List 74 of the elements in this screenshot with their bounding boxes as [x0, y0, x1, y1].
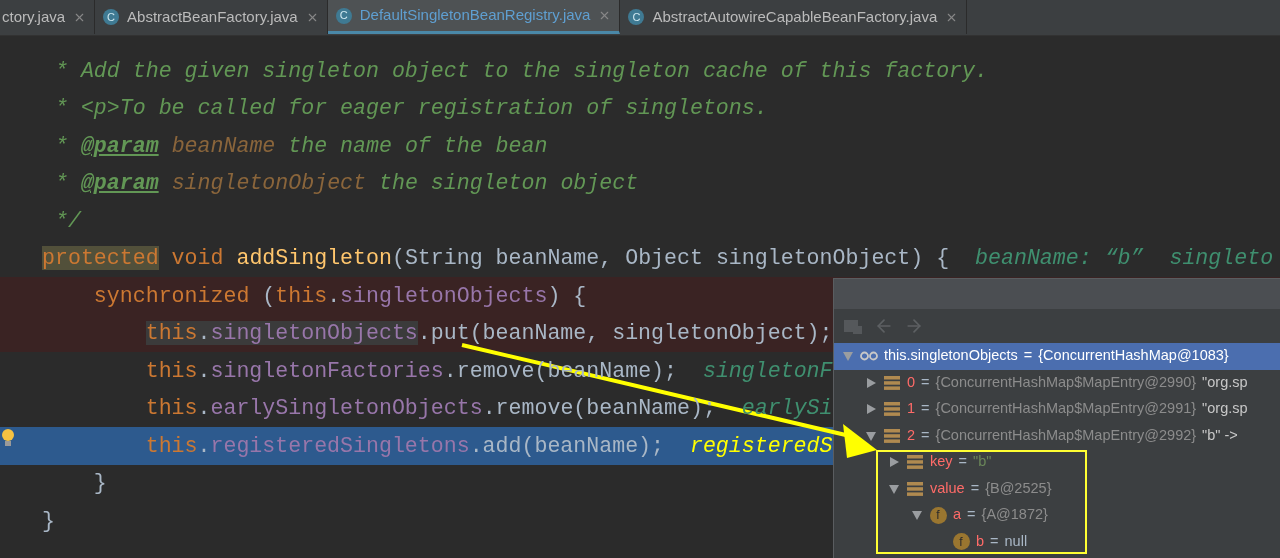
- variable-row[interactable]: value = {B@2525}: [888, 475, 1052, 502]
- editor-tab[interactable]: ctory.java: [0, 0, 96, 34]
- variable-row[interactable]: this.singletonObjects = {ConcurrentHashMap@1083}: [834, 343, 1280, 370]
- equals-sign: =: [921, 425, 930, 445]
- equals-sign: =: [990, 531, 999, 551]
- stack-icon: [907, 480, 923, 497]
- field-icon: f: [952, 533, 970, 551]
- tab-label: ctory.java: [2, 6, 66, 27]
- code-line: * @param singletonObject the singleton object: [53, 170, 639, 198]
- code-line: this.registeredSingletons.add(beanName); registeredS: [144, 432, 833, 460]
- variable-name: a: [953, 505, 962, 525]
- code-line: */: [53, 207, 81, 235]
- value-preview: "org.sp: [1202, 372, 1248, 392]
- collapsed-caret-icon[interactable]: [888, 456, 900, 469]
- stack-icon: [884, 427, 900, 444]
- expanded-caret-icon[interactable]: [865, 429, 877, 442]
- tab-label: DefaultSingletonBeanRegistry.java: [359, 5, 591, 26]
- variable-row[interactable]: f b = null: [934, 528, 1028, 555]
- code-line: protected void addSingleton(String beanName, Object singletonObject) { beanName: “b” singleto: [42, 245, 1274, 273]
- variable-row[interactable]: f a = {A@1872}: [911, 502, 1048, 529]
- value-preview: "org.sp: [1202, 399, 1248, 419]
- variable-value: {ConcurrentHashMap$MapEntry@2991}: [935, 399, 1197, 419]
- variable-row[interactable]: key = "b": [888, 449, 992, 476]
- variable-value: {ConcurrentHashMap@1083}: [1038, 346, 1229, 366]
- code-line: * <p>To be called for eager registration of singletons.: [53, 95, 768, 123]
- equals-sign: =: [958, 452, 968, 472]
- collapsed-caret-icon[interactable]: [865, 403, 877, 416]
- variable-name: b: [976, 531, 985, 551]
- lightbulb-icon[interactable]: [1, 428, 15, 448]
- equals-sign: =: [970, 478, 980, 498]
- collapsed-caret-icon[interactable]: [865, 376, 877, 389]
- glasses-icon: [860, 351, 878, 362]
- code-line: this.earlySingletonObjects.remove(beanName); earlySi: [144, 395, 833, 423]
- variable-name: 2: [907, 425, 916, 445]
- variable-row[interactable]: 2 = {ConcurrentHashMap$MapEntry@2992} "b" ->: [865, 422, 1238, 449]
- variable-value: {B@2525}: [985, 478, 1052, 498]
- variable-row[interactable]: 0 = {ConcurrentHashMap$MapEntry@2990} "org.sp: [865, 369, 1248, 396]
- editor-tab[interactable]: C AbstractBeanFactory.java: [95, 0, 328, 34]
- variable-row[interactable]: 1 = {ConcurrentHashMap$MapEntry@2991} "org.sp: [865, 396, 1248, 423]
- tab-label: AbstractAutowireCapableBeanFactory.java: [652, 6, 938, 27]
- equals-sign: =: [967, 505, 976, 525]
- stack-icon: [884, 401, 900, 418]
- code-line: synchronized (this.singletonObjects) {: [92, 282, 587, 310]
- expanded-caret-icon[interactable]: [842, 350, 854, 363]
- code-line: * Add the given singleton object to the singleton cache of this factory.: [53, 57, 988, 85]
- code-line: * @param beanName the name of the bean: [53, 132, 548, 160]
- class-icon: C: [335, 7, 352, 24]
- editor-tab[interactable]: C AbstractAutowireCapableBeanFactory.java: [620, 0, 968, 34]
- variable-value: "b": [973, 452, 992, 472]
- variable-value: null: [1004, 531, 1028, 551]
- field-icon: f: [929, 506, 947, 524]
- equals-sign: =: [1023, 346, 1033, 366]
- variable-name: 0: [907, 372, 916, 392]
- expanded-caret-icon[interactable]: [888, 482, 900, 495]
- code-line: }: [92, 470, 107, 498]
- tab-label: AbstractBeanFactory.java: [127, 6, 298, 27]
- stack-icon: [884, 374, 900, 391]
- variable-name: this.singletonObjects: [884, 346, 1018, 366]
- variable-value: {A@1872}: [981, 505, 1048, 525]
- editor-tab[interactable]: C DefaultSingletonBeanRegistry.java: [327, 0, 621, 34]
- code-line: this.singletonObjects.put(beanName, singletonObject);: [144, 320, 833, 348]
- class-icon: C: [103, 9, 120, 25]
- code-line: }: [42, 507, 55, 535]
- stack-icon: [907, 454, 923, 471]
- variable-name: key: [930, 452, 953, 472]
- expanded-caret-icon[interactable]: [911, 509, 923, 522]
- class-icon: C: [628, 9, 645, 25]
- value-preview: "b" ->: [1202, 425, 1238, 445]
- equals-sign: =: [921, 399, 930, 419]
- equals-sign: =: [921, 372, 930, 392]
- variable-name: 1: [907, 399, 916, 419]
- variable-value: {ConcurrentHashMap$MapEntry@2992}: [935, 425, 1197, 445]
- variable-name: value: [930, 478, 965, 498]
- variable-value: {ConcurrentHashMap$MapEntry@2990}: [935, 372, 1197, 392]
